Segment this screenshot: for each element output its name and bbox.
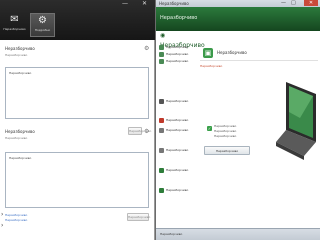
nav-home-button[interactable]: ◉ Неразборчиво [158, 31, 205, 49]
home-icon: ◉ [160, 32, 166, 39]
footer-link[interactable]: Неразборчиво [5, 218, 27, 222]
status-line: Неразборчиво [214, 129, 237, 133]
sidebar-item-icon [159, 99, 164, 104]
laptop-illustration [276, 82, 316, 160]
section-two-button-label: Неразборчиво [129, 129, 152, 133]
sidebar-item[interactable]: Неразборчиво [166, 128, 188, 132]
sidebar-item[interactable]: Неразборчиво [166, 148, 188, 152]
sidebar-item-icon [159, 168, 164, 173]
sidebar-item-icon [159, 148, 164, 153]
laptop-logo-icon: ▣ [203, 48, 213, 58]
maximize-button[interactable]: □ [291, 0, 296, 6]
sidebar-item[interactable]: Неразборчиво [166, 168, 188, 172]
right-titlebar: Неразборчиво — □ ✕ [156, 0, 320, 7]
sidebar-item-icon [159, 52, 164, 57]
manager-window: Неразборчиво — □ ✕ Неразборчиво ◉ Неразб… [156, 0, 320, 240]
sidebar-item[interactable]: Неразборчиво [166, 52, 188, 56]
sidebar-item-icon [159, 118, 164, 123]
section-one-textarea[interactable]: Неразборчиво [5, 67, 149, 119]
minimize-button[interactable]: — [122, 1, 128, 7]
section-two-button[interactable]: Неразборчиво [128, 127, 151, 135]
sidebar: Неразборчиво Неразборчиво Неразборчиво Н… [156, 44, 198, 224]
status-bar: Неразборчиво [156, 228, 320, 240]
content-header: ▣ Неразборчиво [200, 47, 318, 61]
content-title: Неразборчиво [217, 50, 247, 55]
status-line: Неразборчиво [214, 134, 237, 138]
header-band: Неразборчиво [156, 7, 320, 31]
status-line: Неразборчиво [214, 124, 237, 128]
sidebar-item[interactable]: Неразборчиво [166, 118, 188, 122]
sidebar-item[interactable]: Неразборчиво [166, 188, 188, 192]
content-description: Неразборчиво [200, 64, 223, 68]
message-icon: ✉ [10, 14, 19, 25]
primary-action-button[interactable]: Неразборчиво [204, 146, 250, 155]
toolbar-button-label: Неразборчиво [3, 27, 26, 31]
section-one-title: Неразборчиво [5, 46, 35, 51]
toolbar-button-settings[interactable]: ⚙ Подробно [30, 13, 55, 37]
footer-link[interactable]: Неразборчиво [5, 213, 27, 217]
window-title: Неразборчиво [159, 1, 189, 6]
section-two-title: Неразборчиво [5, 129, 35, 134]
left-edge-marker: › [1, 222, 4, 229]
status-bar-text: Неразборчиво [160, 232, 183, 236]
close-button[interactable]: ✕ [142, 1, 147, 7]
app-brand: Неразборчиво [160, 15, 198, 21]
feedback-window: — ✕ ✉ Неразборчиво ⚙ Подробно Неразборчи… [0, 0, 155, 240]
submit-button-label: Неразборчиво [128, 215, 151, 219]
section-one-value: Неразборчиво [9, 71, 32, 75]
section-two-value: Неразборчиво [9, 156, 32, 160]
close-button[interactable]: ✕ [304, 0, 318, 6]
sidebar-item-icon [159, 188, 164, 193]
sidebar-item[interactable]: Неразборчиво [166, 59, 188, 63]
sidebar-item-icon [159, 45, 164, 50]
settings-icon: ⚙ [38, 15, 47, 26]
primary-action-label: Неразборчиво [215, 149, 239, 153]
sidebar-item[interactable]: Неразборчиво [166, 45, 188, 49]
toolbar-button-messages[interactable]: ✉ Неразборчиво [2, 13, 27, 37]
sidebar-item[interactable]: Неразборчиво [166, 99, 188, 103]
minimize-button[interactable]: — [281, 0, 286, 6]
submit-button[interactable]: Неразборчиво [127, 213, 151, 221]
left-edge-marker: › [1, 211, 4, 218]
checkmark-icon: ✓ [207, 126, 212, 131]
toolbar-button-label: Подробно [34, 28, 51, 32]
section-one-description: Неразборчиво [5, 53, 28, 57]
section-two-description: Неразборчиво [5, 136, 28, 140]
gear-icon[interactable]: ⚙ [144, 45, 149, 52]
sidebar-item-icon [159, 128, 164, 133]
sidebar-item-icon [159, 59, 164, 64]
section-two-textarea[interactable]: Неразборчиво [5, 152, 149, 208]
left-toolbar: — ✕ ✉ Неразборчиво ⚙ Подробно [0, 0, 155, 40]
